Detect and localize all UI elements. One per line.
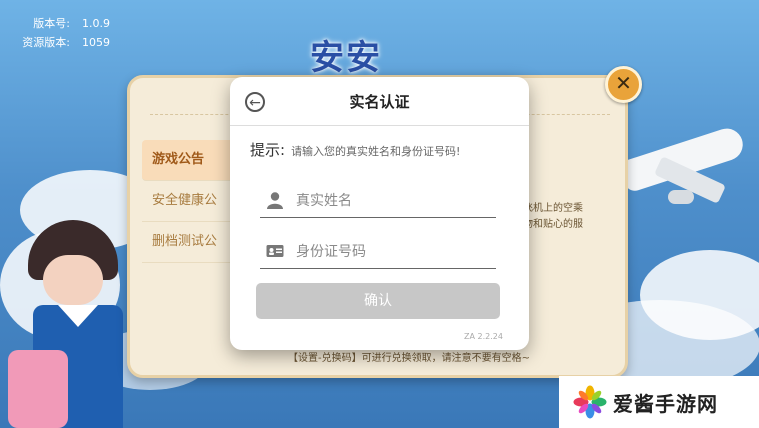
id-number-input[interactable] — [294, 238, 493, 266]
notice-text-line: 飞机上的空乘 — [523, 203, 583, 214]
luggage-illustration — [8, 350, 68, 428]
dialog-header: ← 实名认证 — [230, 77, 529, 126]
notice-tabs: 游戏公告 安全健康公 删档测试公 — [142, 140, 236, 263]
person-icon — [267, 192, 283, 209]
id-card-icon — [266, 245, 284, 257]
close-button[interactable]: ✕ — [605, 66, 642, 103]
watermark-text: 爱酱手游网 — [613, 391, 718, 416]
tab-delete-test[interactable]: 删档测试公 — [142, 222, 236, 263]
pinwheel-logo-icon — [573, 385, 607, 419]
version-label: 版本号: — [33, 17, 70, 30]
airplane-illustration — [618, 115, 750, 225]
dialog-tip: 提示: 请输入您的真实姓名和身份证号码! — [250, 139, 460, 160]
notice-text-line: 物和贴心的服 — [523, 219, 583, 230]
close-icon: ✕ — [615, 71, 632, 95]
tip-message: 请输入您的真实姓名和身份证号码! — [291, 145, 461, 158]
build-tag: ZA 2.2.24 — [464, 332, 503, 341]
tab-game-notice[interactable]: 游戏公告 — [142, 140, 236, 181]
id-number-field — [260, 234, 496, 269]
watermark: 爱酱手游网 — [559, 376, 759, 428]
confirm-button[interactable]: 确认 — [256, 283, 500, 319]
notice-redeem-hint: 【设置-兑换码】可进行兑换领取，请注意不要有空格~ — [288, 353, 530, 364]
real-name-field — [260, 183, 496, 218]
version-info: 版本号: 1.0.9 资源版本: 1059 — [14, 14, 110, 52]
resource-version-label: 资源版本: — [22, 36, 70, 49]
resource-version-value: 1059 — [82, 36, 110, 49]
tip-label: 提示: — [250, 141, 286, 159]
version-value: 1.0.9 — [82, 17, 110, 30]
real-name-auth-dialog: ← 实名认证 提示: 请输入您的真实姓名和身份证号码! 确认 ZA 2.2.24 — [230, 77, 529, 350]
real-name-input[interactable] — [294, 187, 493, 215]
dialog-title: 实名认证 — [349, 93, 410, 111]
tab-safety-health[interactable]: 安全健康公 — [142, 181, 236, 222]
